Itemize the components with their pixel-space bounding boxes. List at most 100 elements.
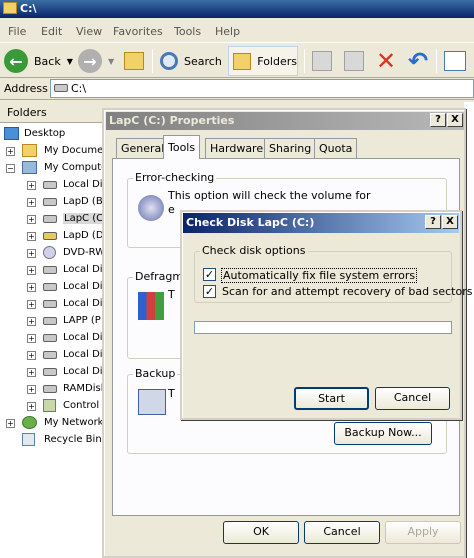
folder-icon xyxy=(3,2,17,14)
help-button[interactable]: ? xyxy=(425,215,441,229)
tab-tools[interactable]: Tools xyxy=(163,135,201,159)
address-bar: Address C:\ xyxy=(0,78,474,100)
drive-icon xyxy=(43,334,57,342)
drive-icon xyxy=(43,300,57,308)
expand-plus-icon[interactable]: + xyxy=(27,215,36,224)
tree-label: LapD (B xyxy=(63,196,103,207)
cancel-button[interactable]: Cancel xyxy=(304,521,380,544)
scan-bad-sectors-label[interactable]: Scan for and attempt recovery of bad sec… xyxy=(222,285,472,298)
folder-icon xyxy=(233,52,252,70)
menu-tools[interactable]: Tools xyxy=(174,25,201,38)
chevron-down-icon[interactable]: ▼ xyxy=(67,57,73,66)
expand-plus-icon[interactable]: + xyxy=(27,334,36,343)
delete-button[interactable]: ✕ xyxy=(376,46,396,76)
backup-icon xyxy=(138,389,166,415)
expand-plus-icon[interactable]: + xyxy=(27,351,36,360)
defrag-text: T xyxy=(168,288,175,301)
menu-file[interactable]: File xyxy=(8,25,26,38)
error-checking-label: Error-checking xyxy=(133,171,217,184)
check-disk-dialog: Check Disk LapC (C:) ? X Check disk opti… xyxy=(180,210,472,420)
search-button[interactable]: Search xyxy=(160,46,222,76)
menu-favorites[interactable]: Favorites xyxy=(113,25,163,38)
check-disk-title: Check Disk LapC (C:) xyxy=(186,216,315,229)
expand-plus-icon[interactable]: + xyxy=(27,181,36,190)
undo-button[interactable]: ↶ xyxy=(408,46,428,76)
expand-plus-icon[interactable]: + xyxy=(6,147,15,156)
expand-plus-icon[interactable]: + xyxy=(27,283,36,292)
folders-button[interactable]: Folders xyxy=(228,46,298,76)
drive-icon xyxy=(43,215,57,223)
fix-errors-label[interactable]: Automatically fix file system errors xyxy=(221,268,418,283)
control-panel-icon xyxy=(43,399,56,412)
back-label: Back xyxy=(34,54,61,68)
move-to-button[interactable] xyxy=(312,46,332,76)
drive-icon xyxy=(43,368,57,376)
tab-hardware[interactable]: Hardware xyxy=(205,138,269,158)
tree-label: DVD-RW xyxy=(63,247,106,258)
expand-plus-icon[interactable]: + xyxy=(27,368,36,377)
menu-view[interactable]: View xyxy=(76,25,102,38)
cancel-button[interactable]: Cancel xyxy=(375,387,450,410)
network-icon xyxy=(22,416,37,429)
forward-arrow-icon: → xyxy=(78,49,102,73)
tree-label: My Compute xyxy=(44,162,108,173)
folders-label: Folders xyxy=(257,54,297,68)
explorer-title-bar: C:\ xyxy=(0,0,474,18)
expand-plus-icon[interactable]: + xyxy=(27,385,36,394)
tree-label: Control xyxy=(63,400,100,411)
drive-icon xyxy=(43,181,57,189)
apply-button[interactable]: Apply xyxy=(385,521,461,544)
back-button[interactable]: ← Back ▼ xyxy=(4,46,73,76)
error-checking-text: This option will check the volume for xyxy=(168,189,371,202)
chevron-down-icon[interactable]: ▼ xyxy=(108,57,114,66)
drive-icon xyxy=(43,232,57,240)
folder-icon xyxy=(22,144,37,157)
tab-sharing[interactable]: Sharing xyxy=(264,138,317,158)
expand-plus-icon[interactable]: + xyxy=(27,317,36,326)
close-button[interactable]: X xyxy=(447,113,463,127)
help-button[interactable]: ? xyxy=(430,113,446,127)
scan-bad-sectors-checkbox[interactable]: ✓ xyxy=(203,285,216,298)
defrag-icon xyxy=(138,292,164,320)
backup-now-button[interactable]: Backup Now... xyxy=(334,422,432,445)
menu-bar: File Edit View Favorites Tools Help xyxy=(0,22,474,40)
drive-icon xyxy=(43,198,57,206)
copy-to-button[interactable] xyxy=(344,46,364,76)
menu-help[interactable]: Help xyxy=(215,25,240,38)
menu-edit[interactable]: Edit xyxy=(41,25,62,38)
folders-header: Folders xyxy=(0,102,104,123)
expand-plus-icon[interactable]: + xyxy=(6,419,15,428)
tree-label: LapC (C xyxy=(63,213,105,224)
start-button[interactable]: Start xyxy=(294,387,369,410)
expand-plus-icon[interactable]: + xyxy=(27,300,36,309)
close-button[interactable]: X xyxy=(442,215,458,229)
expand-plus-icon[interactable]: + xyxy=(27,198,36,207)
expand-plus-icon[interactable]: + xyxy=(27,232,36,241)
properties-title: LapC (C:) Properties xyxy=(109,114,235,127)
up-folder-button[interactable] xyxy=(124,46,144,76)
folder-up-icon xyxy=(124,52,144,70)
expand-plus-icon[interactable]: + xyxy=(27,402,36,411)
window-title: C:\ xyxy=(20,2,37,15)
expand-plus-icon[interactable]: + xyxy=(27,266,36,275)
tree-label: My Network xyxy=(44,417,104,428)
ok-button[interactable]: OK xyxy=(223,521,299,544)
folders-panel: Folders Desktop + My Documer − My Comput… xyxy=(0,102,108,558)
views-button[interactable] xyxy=(444,46,466,76)
undo-icon: ↶ xyxy=(408,47,429,75)
tab-quota[interactable]: Quota xyxy=(314,138,358,158)
check-disk-progress-bar xyxy=(194,321,452,334)
copy-to-icon xyxy=(344,51,364,71)
expand-plus-icon[interactable]: + xyxy=(27,249,36,258)
tab-general[interactable]: General xyxy=(116,138,170,158)
fix-errors-checkbox[interactable]: ✓ xyxy=(203,268,216,281)
back-arrow-icon: ← xyxy=(4,49,28,73)
recycle-bin-icon xyxy=(22,433,35,446)
tree-label: RAMDisk xyxy=(63,383,107,394)
address-input[interactable]: C:\ xyxy=(50,79,474,98)
tree-label: Desktop xyxy=(24,128,66,139)
collapse-minus-icon[interactable]: − xyxy=(6,164,15,173)
forward-button[interactable]: → ▼ xyxy=(78,46,114,76)
move-to-icon xyxy=(312,51,332,71)
drive-icon xyxy=(43,283,57,291)
